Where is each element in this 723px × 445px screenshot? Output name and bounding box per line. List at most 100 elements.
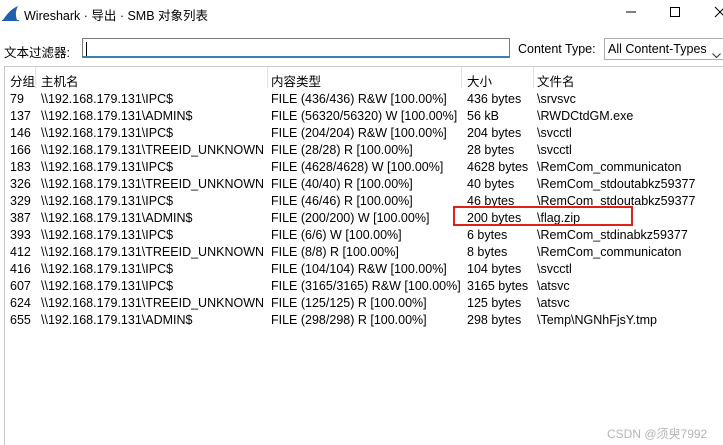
cell-packet: 146 [10, 126, 31, 140]
column-divider[interactable] [533, 67, 534, 88]
table-row[interactable]: 137 \\192.168.179.131\ADMIN$ FILE (56320/5… [5, 108, 723, 125]
cell-content-type: FILE (436/436) R&W [100.00%] [271, 92, 447, 106]
highlight-annotation-box [453, 206, 633, 226]
cell-hostname: \\192.168.179.131\IPC$ [41, 92, 174, 106]
cell-content-type: FILE (28/28) R [100.00%] [271, 143, 413, 157]
cell-size: 104 bytes [467, 262, 522, 276]
cell-hostname: \\192.168.179.131\TREEID_UNKNOWN [41, 177, 265, 191]
cell-packet: 183 [10, 160, 31, 174]
cell-content-type: FILE (298/298) R [100.00%] [271, 313, 427, 327]
content-type-value: All Content-Types [608, 42, 707, 56]
table-row[interactable]: 412 \\192.168.179.131\TREEID_UNKNOWN FILE … [5, 244, 723, 261]
cell-hostname: \\192.168.179.131\IPC$ [41, 126, 174, 140]
cell-packet: 166 [10, 143, 31, 157]
cell-filename: \svcctl [537, 143, 572, 157]
cell-filename: \svcctl [537, 262, 572, 276]
cell-hostname: \\192.168.179.131\IPC$ [41, 160, 174, 174]
wireshark-fin-icon [2, 4, 20, 22]
cell-packet: 326 [10, 177, 31, 191]
text-filter-input[interactable] [82, 38, 510, 58]
cell-content-type: FILE (125/125) R [100.00%] [271, 296, 427, 310]
cell-hostname: \\192.168.179.131\IPC$ [41, 279, 174, 293]
cell-filename: \srvsvc [537, 92, 576, 106]
table-row[interactable]: 326 \\192.168.179.131\TREEID_UNKNOWN FILE … [5, 176, 723, 193]
cell-content-type: FILE (204/204) R&W [100.00%] [271, 126, 447, 140]
cell-filename: \RemCom_communicaton [537, 245, 682, 259]
table-header: 分组 主机名 内容类型 大小 文件名 [5, 67, 723, 89]
close-icon [714, 6, 723, 21]
smb-object-table[interactable]: 分组 主机名 内容类型 大小 文件名 79 \\192.168.179.131\I… [4, 66, 723, 445]
column-header-hostname[interactable]: 主机名 [41, 71, 79, 90]
cell-filename: \RemCom_stdoutabkz59377 [537, 177, 696, 191]
close-button[interactable] [697, 0, 723, 26]
cell-size: 3165 bytes [467, 279, 529, 293]
minimize-icon [625, 6, 637, 21]
cell-hostname: \\192.168.179.131\TREEID_UNKNOWN [41, 143, 265, 157]
cell-size: 8 bytes [467, 245, 508, 259]
cell-filename: \atsvc [537, 296, 570, 310]
cell-content-type: FILE (3165/3165) R&W [100.00%] [271, 279, 461, 293]
cell-packet: 137 [10, 109, 31, 123]
cell-packet: 387 [10, 211, 31, 225]
cell-filename: \svcctl [537, 126, 572, 140]
maximize-icon [669, 6, 681, 21]
cell-content-type: FILE (6/6) W [100.00%] [271, 228, 402, 242]
cell-packet: 412 [10, 245, 31, 259]
cell-hostname: \\192.168.179.131\ADMIN$ [41, 109, 193, 123]
text-filter-label: 文本过滤器: [4, 46, 70, 60]
column-header-filename[interactable]: 文件名 [537, 71, 575, 90]
cell-packet: 79 [10, 92, 24, 106]
cell-packet: 607 [10, 279, 31, 293]
cell-hostname: \\192.168.179.131\IPC$ [41, 228, 174, 242]
cell-packet: 624 [10, 296, 31, 310]
cell-size: 40 bytes [467, 177, 515, 191]
cell-filename: \RemCom_communicaton [537, 160, 682, 174]
table-row[interactable]: 166 \\192.168.179.131\TREEID_UNKNOWN FILE … [5, 142, 723, 159]
text-cursor [86, 42, 87, 56]
column-divider[interactable] [461, 67, 462, 88]
table-row[interactable]: 416 \\192.168.179.131\IPC$ FILE (104/104) … [5, 261, 723, 278]
cell-content-type: FILE (46/46) R [100.00%] [271, 194, 413, 208]
cell-content-type: FILE (4628/4628) W [100.00%] [271, 160, 444, 174]
column-header-packet[interactable]: 分组 [10, 71, 35, 90]
cell-filename: \atsvc [537, 279, 570, 293]
cell-hostname: \\192.168.179.131\IPC$ [41, 194, 174, 208]
table-row[interactable]: 79 \\192.168.179.131\IPC$ FILE (436/436) R… [5, 91, 723, 108]
table-row[interactable]: 183 \\192.168.179.131\IPC$ FILE (4628/4628… [5, 159, 723, 176]
cell-packet: 393 [10, 228, 31, 242]
content-type-label: Content Type: [518, 42, 596, 56]
column-header-size[interactable]: 大小 [467, 71, 492, 90]
cell-size: 204 bytes [467, 126, 522, 140]
cell-content-type: FILE (8/8) R [100.00%] [271, 245, 399, 259]
cell-size: 125 bytes [467, 296, 522, 310]
cell-content-type: FILE (104/104) R&W [100.00%] [271, 262, 447, 276]
column-header-content-type[interactable]: 内容类型 [271, 71, 321, 90]
cell-hostname: \\192.168.179.131\IPC$ [41, 262, 174, 276]
cell-content-type: FILE (56320/56320) W [100.00%] [271, 109, 458, 123]
cell-filename: \Temp\NGNhFjsY.tmp [537, 313, 657, 327]
cell-hostname: \\192.168.179.131\TREEID_UNKNOWN [41, 296, 265, 310]
table-row[interactable]: 624 \\192.168.179.131\TREEID_UNKNOWN FILE … [5, 295, 723, 312]
cell-size: 56 kB [467, 109, 499, 123]
table-row[interactable]: 655 \\192.168.179.131\ADMIN$ FILE (298/298… [5, 312, 723, 329]
cell-size: 28 bytes [467, 143, 515, 157]
minimize-button[interactable] [608, 0, 654, 26]
cell-filename: \RWDCtdGM.exe [537, 109, 634, 123]
cell-size: 4628 bytes [467, 160, 529, 174]
table-row[interactable]: 146 \\192.168.179.131\IPC$ FILE (204/204) … [5, 125, 723, 142]
filter-toolbar: 文本过滤器: Content Type: All Content-Types [0, 34, 723, 64]
cell-content-type: FILE (40/40) R [100.00%] [271, 177, 413, 191]
maximize-button[interactable] [652, 0, 698, 26]
column-divider[interactable] [35, 67, 36, 88]
cell-filename: \RemCom_stdinabkz59377 [537, 228, 688, 242]
cell-content-type: FILE (200/200) W [100.00%] [271, 211, 430, 225]
chevron-down-icon [712, 45, 721, 65]
cell-packet: 329 [10, 194, 31, 208]
title-bar: Wireshark · 导出 · SMB 对象列表 [0, 0, 723, 26]
cell-packet: 416 [10, 262, 31, 276]
table-row[interactable]: 393 \\192.168.179.131\IPC$ FILE (6/6) W [1… [5, 227, 723, 244]
table-row[interactable]: 607 \\192.168.179.131\IPC$ FILE (3165/3165… [5, 278, 723, 295]
content-type-select[interactable]: All Content-Types [604, 38, 723, 60]
cell-packet: 655 [10, 313, 31, 327]
column-divider[interactable] [267, 67, 268, 88]
